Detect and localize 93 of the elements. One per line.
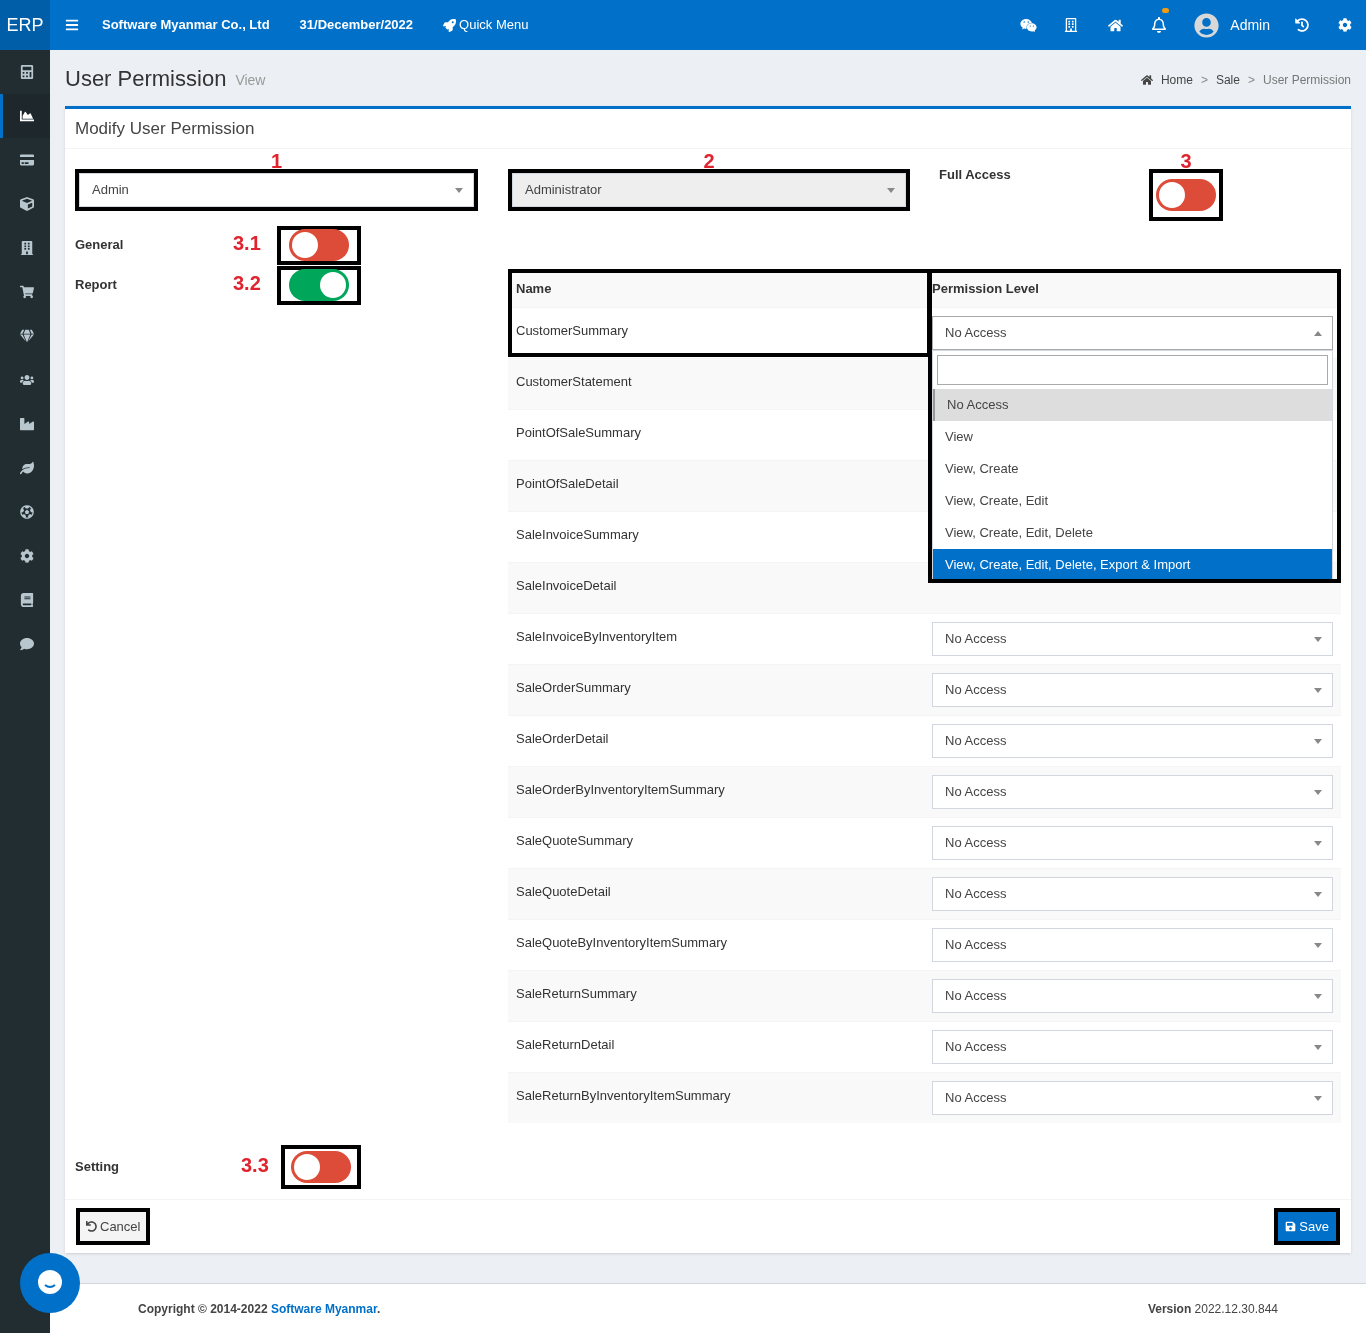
column-header: Name — [515, 280, 553, 299]
annotation-number: 1 — [270, 151, 283, 171]
table-cell: SaleInvoiceByInventoryItem — [516, 629, 678, 644]
building-icon — [19, 241, 34, 255]
toggle-switch[interactable] — [289, 269, 349, 301]
table-cell: SaleQuoteDetail — [516, 884, 611, 899]
book-icon — [19, 593, 34, 607]
avatar-icon[interactable] — [1194, 12, 1220, 38]
select-field[interactable]: No Access — [932, 622, 1333, 656]
table-cell: SaleReturnSummary — [516, 986, 637, 1001]
company-name: Software Myanmar Co., Ltd — [102, 16, 270, 35]
undo-icon — [86, 1221, 97, 1232]
search-field[interactable] — [937, 355, 1328, 385]
select-field[interactable]: No Access — [932, 1030, 1333, 1064]
table-cell: PointOfSaleDetail — [516, 476, 619, 491]
caret-down-icon — [887, 187, 895, 193]
breadcrumb-separator: > — [1200, 72, 1208, 89]
page-subtitle: View — [235, 71, 266, 90]
sidebar-item[interactable] — [0, 94, 50, 138]
full-access-label: Full Access — [939, 166, 1012, 184]
building-icon[interactable] — [1064, 18, 1079, 32]
annotation-number: 2 — [703, 151, 715, 171]
select-field[interactable]: Admin — [79, 173, 474, 207]
select-field[interactable]: No Access — [932, 877, 1333, 911]
settings-icon — [19, 549, 34, 563]
wechat-icon[interactable] — [1020, 16, 1038, 34]
table-cell: SaleInvoiceSummary — [516, 527, 639, 542]
table-cell: SaleInvoiceDetail — [516, 578, 617, 593]
table-cell: SaleReturnByInventoryItemSummary — [516, 1088, 731, 1103]
section-label: General — [75, 236, 125, 255]
version-text: Version 2022.12.30.844 — [1147, 1300, 1278, 1318]
select-field[interactable]: No Access — [932, 826, 1333, 860]
card-title: Modify User Permission — [75, 117, 255, 140]
date-label: 31/December/2022 — [299, 16, 414, 35]
menu-icon[interactable] — [65, 18, 79, 32]
home-icon — [1140, 74, 1153, 86]
toggle-switch[interactable] — [1156, 179, 1216, 211]
select-field[interactable]: No Access — [932, 724, 1333, 758]
page-title: User Permission — [65, 64, 227, 93]
section-label: Report — [75, 276, 118, 295]
toggle-switch[interactable] — [291, 1151, 351, 1183]
select-field[interactable]: No Access — [932, 979, 1333, 1013]
select-field[interactable]: No Access — [932, 928, 1333, 962]
annotation-number: 3.3 — [241, 1154, 269, 1176]
save-icon — [1285, 1221, 1297, 1232]
breadcrumb-item[interactable]: Sale — [1215, 71, 1240, 89]
cube-icon — [19, 197, 34, 211]
table-cell: SaleQuoteByInventoryItemSummary — [516, 935, 727, 950]
annotation-number: 3 — [1180, 151, 1192, 171]
settings-icon[interactable] — [1338, 18, 1352, 32]
breadcrumb-item[interactable]: Home — [1160, 71, 1193, 89]
select-field[interactable]: No Access — [932, 316, 1333, 350]
dropdown-option[interactable]: No Access — [933, 389, 1332, 421]
rocket-icon — [443, 18, 457, 32]
cart-icon — [19, 285, 34, 299]
annotation-number: 3.1 — [233, 232, 261, 254]
table-cell: SaleQuoteSummary — [516, 833, 634, 848]
leaf-icon — [19, 461, 34, 475]
table-cell: SaleOrderByInventoryItemSummary — [516, 782, 725, 797]
table-cell: SaleOrderSummary — [516, 680, 631, 695]
caret-down-icon — [455, 187, 463, 193]
gem-icon — [19, 329, 34, 343]
toggle-switch[interactable] — [289, 229, 349, 261]
cancel-button[interactable]: Cancel — [80, 1212, 147, 1241]
table-cell: CustomerSummary — [516, 323, 628, 338]
table-cell: SaleReturnDetail — [516, 1037, 615, 1052]
users-icon — [19, 373, 34, 387]
home-icon[interactable] — [1108, 17, 1124, 33]
chat-icon — [19, 637, 34, 651]
app-logo[interactable]: ERP — [0, 0, 50, 50]
breadcrumb-separator: > — [1247, 72, 1255, 89]
credit-card-icon — [19, 153, 34, 167]
select-field[interactable]: No Access — [932, 775, 1333, 809]
column-header: Permission Level — [931, 280, 1040, 299]
quick-menu-link[interactable]: Quick Menu — [443, 15, 529, 35]
user-name[interactable]: Admin — [1230, 14, 1270, 36]
section-label: Setting — [75, 1158, 121, 1177]
table-cell: CustomerStatement — [516, 374, 632, 389]
calculator-icon — [19, 65, 34, 79]
company-link[interactable]: Software Myanmar — [270, 1301, 377, 1316]
annotation-number: 3.2 — [233, 272, 261, 294]
copyright-text: Copyright © 2014-2022 Software Myanmar. — [138, 1300, 381, 1318]
area-chart-icon — [19, 109, 34, 123]
table-cell: PointOfSaleSummary — [516, 425, 641, 440]
breadcrumb-item: User Permission — [1262, 72, 1351, 89]
save-button[interactable]: Save — [1278, 1212, 1336, 1241]
bell-icon[interactable] — [1151, 17, 1168, 33]
factory-icon — [19, 417, 34, 431]
table-cell: SaleOrderDetail — [516, 731, 609, 746]
select-field[interactable]: No Access — [932, 673, 1333, 707]
dropdown-option[interactable]: View, Create, Edit, Delete, Export & Import — [933, 549, 1332, 581]
select-field[interactable]: No Access — [932, 1081, 1333, 1115]
history-icon[interactable] — [1295, 18, 1309, 32]
